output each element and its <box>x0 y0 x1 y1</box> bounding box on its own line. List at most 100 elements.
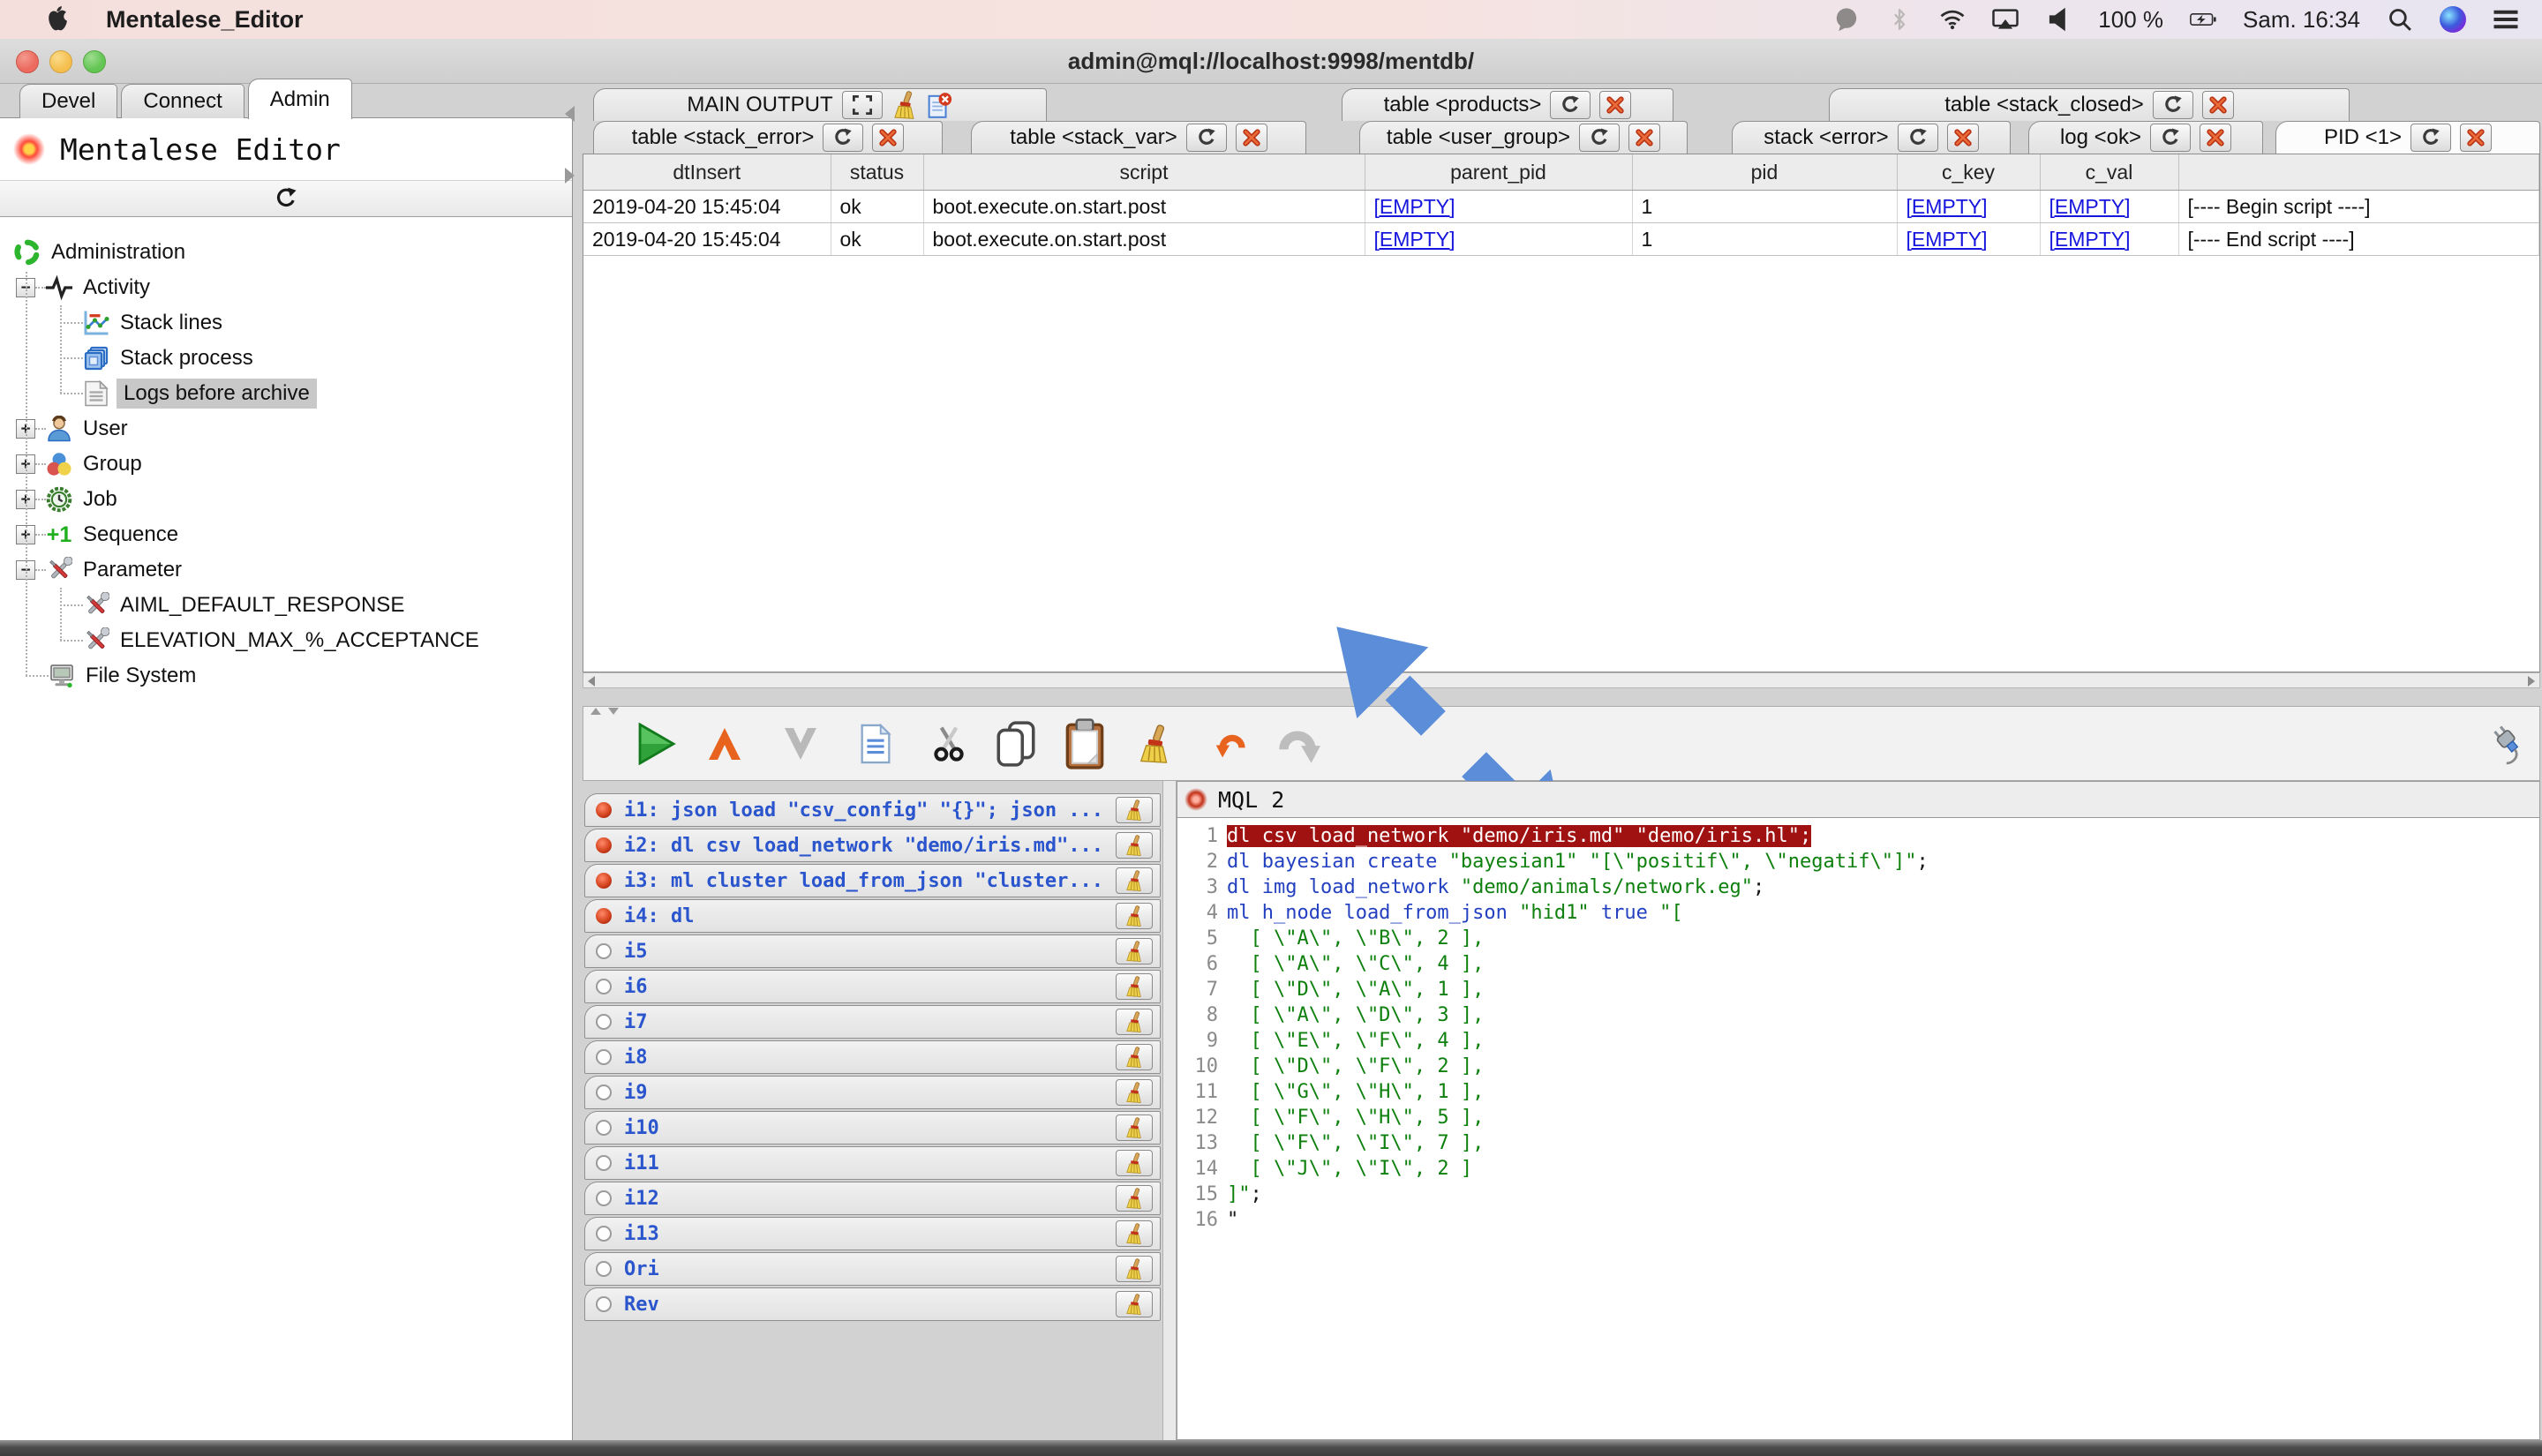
script-list-scrollbar[interactable] <box>1162 781 1177 1440</box>
code-text[interactable]: " <box>1227 1209 1238 1231</box>
tree-refresh-bar[interactable] <box>0 180 572 217</box>
search-icon[interactable] <box>2387 7 2413 32</box>
refresh-icon[interactable] <box>275 187 297 210</box>
output-tab-table-stack-error-[interactable]: table <stack_error> <box>593 121 943 154</box>
code-text[interactable]: [ \"J\", \"I\", 2 ] <box>1227 1158 1472 1180</box>
sidebar-item-elevation-max-acceptance[interactable]: ELEVATION_MAX_%_ACCEPTANCE <box>0 623 572 658</box>
refresh-tab-button[interactable] <box>1550 91 1591 119</box>
code-line[interactable]: 4ml h_node load_from_json "hid1" true "[ <box>1177 900 2539 926</box>
code-line[interactable]: 11 [ \"G\", \"H\", 1 ], <box>1177 1079 2539 1105</box>
clean-script-button[interactable] <box>1116 973 1153 1000</box>
close-tab-button[interactable] <box>2460 124 2492 152</box>
display-mirroring-icon[interactable] <box>1992 7 2019 32</box>
close-tab-button[interactable] <box>2200 124 2231 152</box>
code-line[interactable]: 14 [ \"J\", \"I\", 2 ] <box>1177 1156 2539 1182</box>
sidebar-item-user[interactable]: +User <box>0 411 572 447</box>
refresh-tab-button[interactable] <box>1186 124 1227 152</box>
sidebar-item-job[interactable]: +Job <box>0 482 572 517</box>
clean-script-button[interactable] <box>1116 867 1153 894</box>
script-item-i11[interactable]: i11 <box>584 1146 1161 1180</box>
clean-script-button[interactable] <box>1116 1256 1153 1282</box>
code-text[interactable]: [ \"E\", \"F\", 4 ], <box>1227 1030 1484 1052</box>
clean-script-button[interactable] <box>1116 1009 1153 1035</box>
undo-button[interactable] <box>1215 728 1249 760</box>
menubar-app-name[interactable]: Mentalese_Editor <box>106 6 304 34</box>
code-line[interactable]: 7 [ \"D\", \"A\", 1 ], <box>1177 977 2539 1002</box>
collapse-right-icon[interactable] <box>565 168 575 184</box>
clean-icon[interactable] <box>891 91 918 119</box>
menu-list-icon[interactable] <box>2493 7 2519 32</box>
sidebar-item-file-system[interactable]: File System <box>0 658 572 694</box>
code-text[interactable]: [ \"A\", \"B\", 2 ], <box>1227 927 1484 949</box>
output-tab-main-output[interactable]: MAIN OUTPUT <box>593 88 1047 121</box>
script-item-i4[interactable]: i4: dl <box>584 899 1161 933</box>
refresh-tab-button[interactable] <box>1579 124 1620 152</box>
close-tab-button[interactable] <box>1628 124 1660 152</box>
script-item-i7[interactable]: i7 <box>584 1005 1161 1039</box>
sidebar-item-aiml-default-response[interactable]: AIML_DEFAULT_RESPONSE <box>0 588 572 623</box>
caret-down-icon[interactable] <box>608 708 619 715</box>
clean-script-button[interactable] <box>1116 832 1153 859</box>
minimize-window-button[interactable] <box>49 50 72 73</box>
table-row[interactable]: 2019-04-20 15:45:04okboot.execute.on.sta… <box>583 223 2539 256</box>
sidebar-item-parameter[interactable]: −Parameter <box>0 552 572 588</box>
cut-button[interactable] <box>931 723 966 765</box>
code-lines[interactable]: 1dl csv load_network "demo/iris.md" "dem… <box>1177 818 2539 1233</box>
script-item-rev[interactable]: Rev <box>584 1287 1161 1321</box>
mql-editor[interactable]: MQL 2 1dl csv load_network "demo/iris.md… <box>1177 781 2540 1440</box>
script-item-i13[interactable]: i13 <box>584 1217 1161 1250</box>
close-tab-button[interactable] <box>1599 91 1631 119</box>
scroll-left-icon[interactable] <box>588 676 595 687</box>
code-text[interactable]: dl csv load_network "demo/iris.md" "demo… <box>1227 825 1811 847</box>
script-item-i2[interactable]: i2: dl csv load_network "demo/iris.md"..… <box>584 829 1161 862</box>
code-line[interactable]: 12 [ \"F\", \"H\", 5 ], <box>1177 1105 2539 1130</box>
move-up-button[interactable] <box>707 726 742 762</box>
zoom-window-button[interactable] <box>83 50 106 73</box>
refresh-tab-button[interactable] <box>823 124 863 152</box>
code-line[interactable]: 16" <box>1177 1207 2539 1233</box>
wifi-icon[interactable] <box>1939 7 1966 32</box>
refresh-tab-button[interactable] <box>2153 91 2193 119</box>
clean-script-button[interactable] <box>1116 1115 1153 1141</box>
output-tab-table-stack-closed-[interactable]: table <stack_closed> <box>1829 88 2350 121</box>
code-line[interactable]: 9 [ \"E\", \"F\", 4 ], <box>1177 1028 2539 1054</box>
code-text[interactable]: [ \"D\", \"A\", 1 ], <box>1227 979 1484 1001</box>
battery-percent[interactable]: 100 % <box>2098 6 2163 34</box>
sidebar-item-logs-before-archive[interactable]: Logs before archive <box>0 376 572 411</box>
sidebar-item-stack-lines[interactable]: Stack lines <box>0 305 572 341</box>
clean-script-button[interactable] <box>1116 1220 1153 1247</box>
code-text[interactable]: [ \"A\", \"D\", 3 ], <box>1227 1004 1484 1026</box>
refresh-tab-button[interactable] <box>2150 124 2191 152</box>
tab-admin[interactable]: Admin <box>248 79 352 119</box>
refresh-tab-button[interactable] <box>2410 124 2451 152</box>
close-doc-icon[interactable] <box>927 91 953 119</box>
code-line[interactable]: 2dl bayesian create "bayesian1" "[\"posi… <box>1177 849 2539 874</box>
tab-connect[interactable]: Connect <box>121 84 244 118</box>
clean-script-button[interactable] <box>1116 1044 1153 1070</box>
clean-script-button[interactable] <box>1116 797 1153 823</box>
code-text[interactable]: ml h_node load_from_json "hid1" true "[ <box>1227 902 1683 924</box>
copy-button[interactable] <box>995 720 1037 768</box>
code-text[interactable]: dl img load_network "demo/animals/networ… <box>1227 876 1764 898</box>
output-tab-table-user-group-[interactable]: table <user_group> <box>1359 121 1688 154</box>
code-text[interactable]: [ \"D\", \"F\", 2 ], <box>1227 1055 1484 1077</box>
clean-button[interactable] <box>1132 724 1177 763</box>
script-item-i3[interactable]: i3: ml cluster load_from_json "cluster..… <box>584 864 1161 897</box>
output-tab-pid-1-[interactable]: PID <1> <box>2275 121 2540 154</box>
splitter-carets[interactable] <box>590 708 619 715</box>
sidebar-item-stack-process[interactable]: Stack process <box>0 341 572 376</box>
notification-icon[interactable] <box>1833 7 1860 32</box>
code-line[interactable]: 5 [ \"A\", \"B\", 2 ], <box>1177 926 2539 951</box>
sidebar-item-administration[interactable]: Administration <box>0 235 572 270</box>
bluetooth-icon[interactable] <box>1886 7 1913 32</box>
code-line-highlighted[interactable]: 1dl csv load_network "demo/iris.md" "dem… <box>1177 823 2539 849</box>
clean-script-button[interactable] <box>1116 903 1153 929</box>
connector-icon[interactable] <box>2488 719 2531 767</box>
run-button[interactable] <box>635 723 677 765</box>
code-text[interactable]: [ \"F\", \"I\", 7 ], <box>1227 1132 1484 1154</box>
siri-icon[interactable] <box>2440 7 2466 32</box>
script-item-i12[interactable]: i12 <box>584 1182 1161 1215</box>
table-row[interactable]: 2019-04-20 15:45:04okboot.execute.on.sta… <box>583 191 2539 223</box>
sidebar-item-activity[interactable]: −Activity <box>0 270 572 305</box>
code-text[interactable]: dl bayesian create "bayesian1" "[\"posit… <box>1227 851 1929 873</box>
